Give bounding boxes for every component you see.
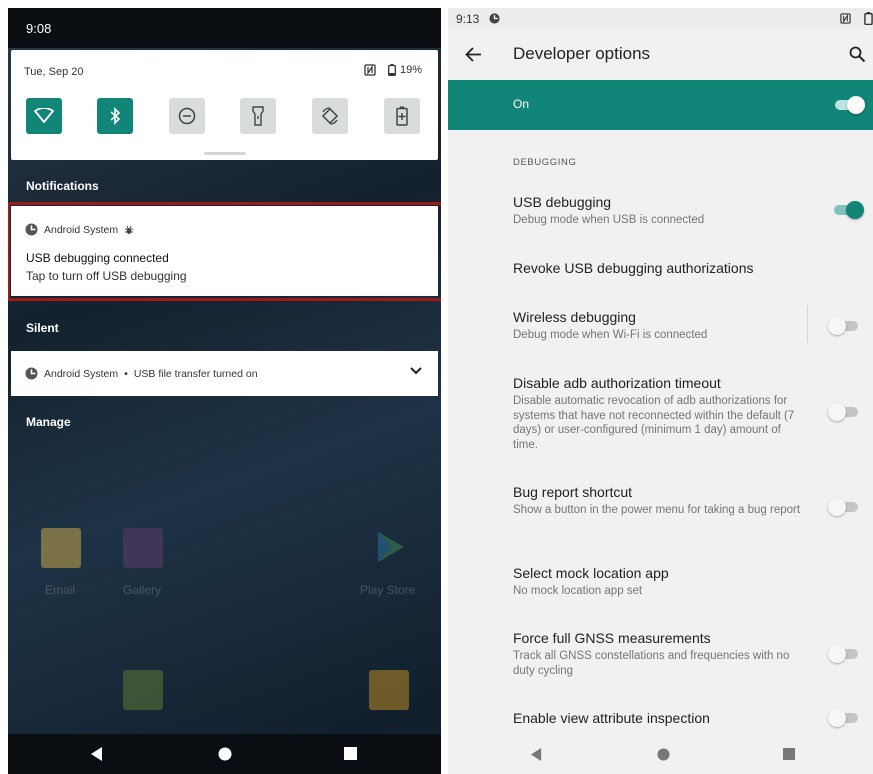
- master-switch[interactable]: [831, 95, 865, 115]
- pref-summary: No mock location app set: [513, 585, 643, 597]
- play-store-label: Play Store: [360, 583, 416, 597]
- battery-saver-tile[interactable]: [384, 98, 420, 134]
- pref-summary: Debug mode when Wi-Fi is connected: [513, 329, 708, 341]
- category-debugging: DEBUGGING: [513, 157, 577, 168]
- status-time: 9:13: [456, 12, 480, 26]
- status-bar: 9:08: [8, 8, 441, 48]
- android-system-status-icon: [489, 13, 500, 24]
- notification-shade-screen: Email Gallery Play Store 9:08 Tue, Sep 2…: [8, 8, 441, 774]
- navigation-bar: [8, 734, 441, 774]
- quick-settings-panel: Tue, Sep 20 19%: [11, 50, 438, 160]
- silent-notification-text: USB file transfer turned on: [133, 367, 258, 380]
- play-store-icon: [368, 526, 410, 568]
- silent-notification-row: Android System • USB file transfer turne…: [25, 367, 258, 380]
- do-not-disturb-icon: [178, 107, 196, 125]
- pref-summary: Show a button in the power menu for taki…: [513, 504, 801, 516]
- status-bar: 9:13: [448, 8, 873, 30]
- wifi-tile[interactable]: [26, 98, 62, 134]
- usb-debugging-switch[interactable]: [830, 200, 864, 220]
- email-app-label: Email: [45, 583, 76, 597]
- qs-status-icons: 19%: [364, 64, 422, 76]
- auto-rotate-icon: [321, 107, 339, 125]
- pref-title: Enable view attribute inspection: [513, 710, 710, 726]
- recents-icon[interactable]: [344, 747, 357, 760]
- pref-title: Bug report shortcut: [513, 484, 633, 500]
- pref-disable-adb-timeout[interactable]: Disable adb authorization timeout Disabl…: [448, 368, 873, 458]
- messaging-app-icon: [123, 670, 163, 710]
- search-icon[interactable]: [849, 46, 866, 63]
- pref-mock-location-app[interactable]: Select mock location app No mock locatio…: [448, 558, 873, 603]
- battery-icon: [388, 64, 396, 76]
- home-icon[interactable]: [657, 748, 670, 761]
- flashlight-icon: [252, 106, 264, 126]
- pref-divider: [807, 305, 808, 343]
- pref-title: Revoke USB debugging authorizations: [513, 260, 754, 276]
- qs-drag-handle[interactable]: [204, 152, 246, 155]
- pref-bug-report-shortcut[interactable]: Bug report shortcut Show a button in the…: [448, 478, 873, 538]
- pref-summary: Disable automatic revocation of adb auth…: [513, 395, 795, 451]
- pref-title: Select mock location app: [513, 565, 669, 581]
- master-switch-bar[interactable]: On: [448, 80, 873, 130]
- back-icon[interactable]: [90, 747, 104, 761]
- status-time: 9:08: [26, 21, 52, 36]
- bug-report-switch[interactable]: [828, 497, 862, 517]
- usb-file-transfer-notification[interactable]: Android System • USB file transfer turne…: [11, 351, 438, 396]
- pref-wireless-debugging[interactable]: Wireless debugging Debug mode when Wi-Fi…: [448, 300, 873, 352]
- developer-options-screen: 9:13 Developer options On DEBUGGING USB …: [448, 8, 873, 774]
- battery-percent: 19%: [399, 64, 422, 76]
- app-bar: Developer options: [448, 30, 873, 80]
- pref-title: Disable adb authorization timeout: [513, 375, 721, 391]
- gallery-app-label: Gallery: [123, 583, 162, 597]
- flashlight-tile[interactable]: [240, 98, 276, 134]
- bluetooth-icon: [110, 107, 121, 125]
- pref-view-attribute-inspection[interactable]: Enable view attribute inspection: [448, 703, 873, 733]
- pref-force-gnss[interactable]: Force full GNSS measurements Track all G…: [448, 622, 873, 682]
- back-icon[interactable]: [530, 748, 543, 761]
- silent-separator: •: [124, 367, 128, 380]
- wifi-icon: [34, 108, 54, 123]
- camera-app-icon: [369, 670, 409, 710]
- auto-rotate-tile[interactable]: [312, 98, 348, 134]
- adb-timeout-switch[interactable]: [828, 402, 862, 422]
- android-system-icon: [25, 367, 38, 380]
- gnss-switch[interactable]: [828, 644, 862, 664]
- page-title: Developer options: [513, 44, 651, 63]
- notifications-header: Notifications: [26, 179, 99, 193]
- nfc-icon: [840, 13, 851, 24]
- battery-saver-icon: [396, 106, 408, 126]
- view-attribute-switch[interactable]: [828, 708, 862, 728]
- silent-header: Silent: [26, 321, 59, 335]
- wireless-debugging-switch[interactable]: [828, 316, 862, 336]
- do-not-disturb-tile[interactable]: [169, 98, 205, 134]
- pref-usb-debugging[interactable]: USB debugging Debug mode when USB is con…: [448, 184, 873, 234]
- silent-app-name: Android System: [44, 367, 119, 380]
- pref-title: Wireless debugging: [513, 309, 636, 325]
- home-icon[interactable]: [218, 747, 232, 761]
- pref-title: Force full GNSS measurements: [513, 630, 711, 646]
- pref-summary: Debug mode when USB is connected: [513, 214, 705, 226]
- back-arrow-icon[interactable]: [465, 46, 482, 63]
- pref-summary: Track all GNSS constellations and freque…: [513, 650, 790, 677]
- highlight-box: [8, 202, 441, 301]
- email-app-icon: [41, 528, 81, 568]
- nfc-icon: [364, 64, 376, 76]
- expand-chevron-icon[interactable]: [408, 363, 424, 379]
- gallery-app-icon: [123, 528, 163, 568]
- manage-button[interactable]: Manage: [26, 415, 71, 429]
- master-switch-label: On: [513, 97, 530, 111]
- qs-date: Tue, Sep 20: [24, 66, 84, 78]
- recents-icon[interactable]: [783, 748, 795, 760]
- pref-revoke-usb-authorizations[interactable]: Revoke USB debugging authorizations: [448, 248, 873, 288]
- battery-icon: [864, 12, 873, 25]
- bluetooth-tile[interactable]: [97, 98, 133, 134]
- navigation-bar: [448, 734, 873, 774]
- pref-title: USB debugging: [513, 194, 612, 210]
